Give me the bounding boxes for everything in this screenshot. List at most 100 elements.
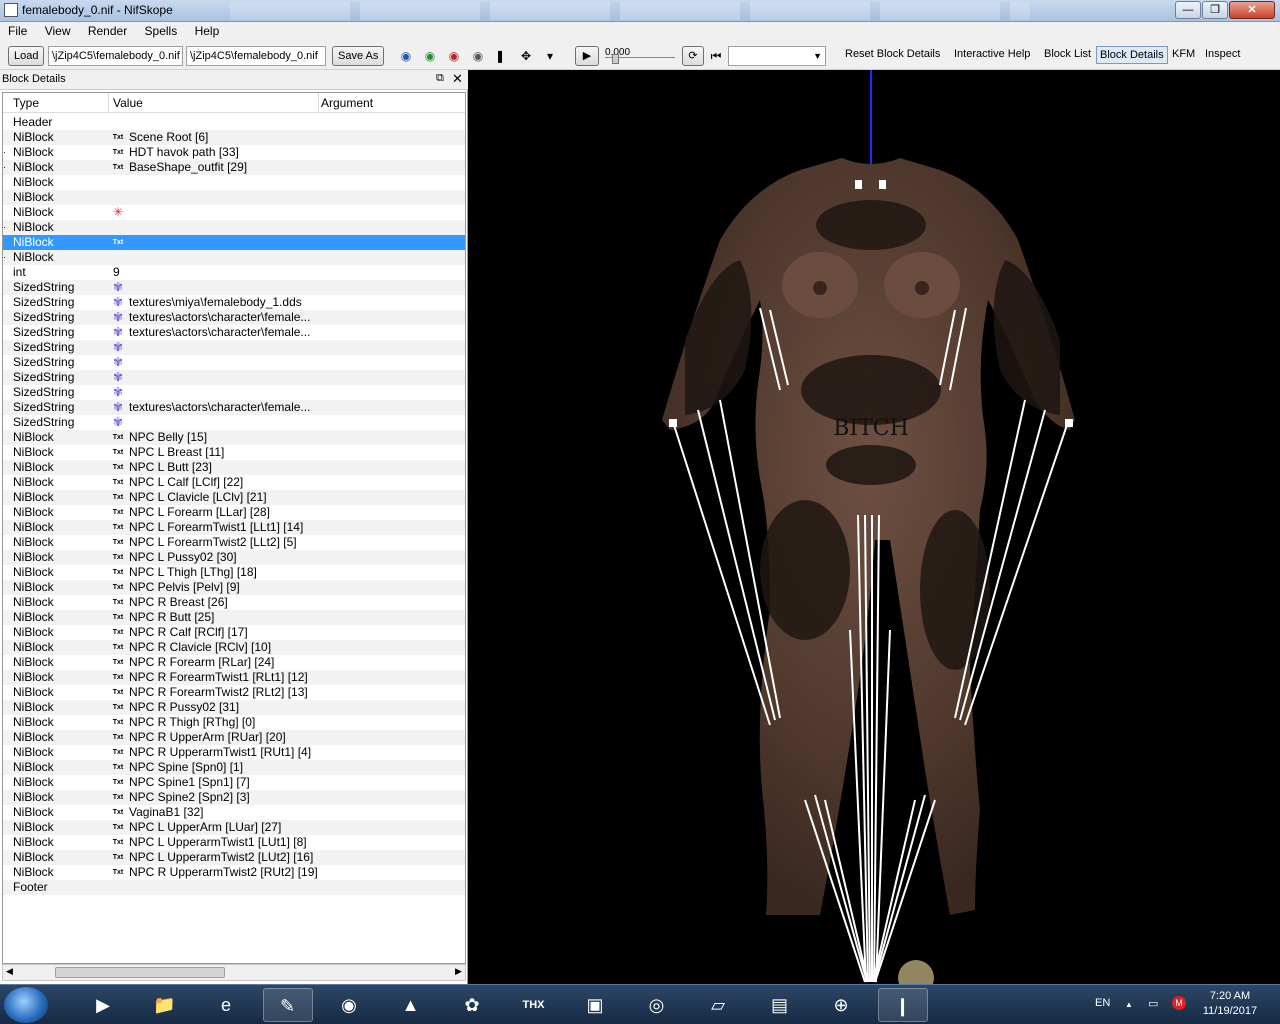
tree-row[interactable]: · NiBlock [3,250,465,265]
time-slider-handle[interactable] [612,54,619,64]
tree-row[interactable]: SizedString ✾ [3,370,465,385]
tree-row[interactable]: · NiBlock Txt HDT havok path [33] [3,145,465,160]
media-player-icon[interactable]: ▶ [78,988,128,1022]
tree-row[interactable]: NiBlock Txt NPC R Clavicle [RClv] [10] [3,640,465,655]
tree-row[interactable]: NiBlock Txt NPC L Calf [LClf] [22] [3,475,465,490]
float-panel-icon[interactable]: ⧉ [436,72,444,85]
tree-row[interactable]: NiBlock Txt NPC R Breast [26] [3,595,465,610]
notepad-icon[interactable]: ▱ [693,988,743,1022]
tree-row[interactable]: NiBlock Txt NPC Spine1 [Spn1] [7] [3,775,465,790]
eye-green-icon[interactable]: ◉ [422,49,438,63]
tree-row[interactable]: NiBlock Txt NPC L UpperarmTwist1 [LUt1] [8… [3,835,465,850]
tree-row[interactable]: NiBlock Txt NPC L Butt [23] [3,460,465,475]
thx-icon[interactable]: THX [509,988,559,1022]
tree-row[interactable]: NiBlock Txt NPC R Calf [RClf] [17] [3,625,465,640]
tree-row[interactable]: SizedString ✾ textures\miya\femalebody_1.d… [3,295,465,310]
internet-explorer-icon[interactable]: e [201,988,251,1022]
scroll-left-icon[interactable]: ◀ [6,966,13,977]
menu-help[interactable]: Help [187,22,226,38]
column-type[interactable]: Type [13,96,39,110]
tree-row[interactable]: NiBlock Txt VaginaB1 [32] [3,805,465,820]
network-icon[interactable]: ⊕ [816,988,866,1022]
gimp-icon[interactable]: ✿ [447,988,497,1022]
tree-row[interactable]: Footer [3,880,465,895]
tree-row[interactable]: NiBlock Txt Scene Root [6] [3,130,465,145]
tree-row[interactable]: SizedString ✾ [3,280,465,295]
tree-row[interactable]: NiBlock Txt NPC L Forearm [LLar] [28] [3,505,465,520]
tree-row[interactable]: SizedString ✾ [3,355,465,370]
expand-marker[interactable]: · [3,250,11,265]
start-button[interactable] [4,987,48,1023]
tree-row[interactable]: SizedString ✾ textures\actors\character\fe… [3,310,465,325]
tree-row[interactable]: NiBlock Txt NPC R Butt [25] [3,610,465,625]
tree-row[interactable]: NiBlock Txt NPC R Thigh [RThg] [0] [3,715,465,730]
firefox-icon[interactable]: ◉ [324,988,374,1022]
tree-row[interactable]: NiBlock Txt NPC R ForearmTwist2 [RLt2] [13… [3,685,465,700]
scroll-thumb[interactable] [55,967,225,978]
tree-row[interactable]: NiBlock Txt NPC L UpperarmTwist2 [LUt2] [1… [3,850,465,865]
tree-row[interactable]: · NiBlock Txt BaseShape_outfit [29] [3,160,465,175]
clock[interactable]: 7:20 AM 11/19/2017 [1200,989,1260,1019]
tree-row[interactable]: NiBlock Txt NPC R Forearm [RLar] [24] [3,655,465,670]
tree-row[interactable]: NiBlock [3,175,465,190]
tree-row[interactable]: NiBlock Txt NPC L ForearmTwist2 [LLt2] [5] [3,535,465,550]
tree-row[interactable]: SizedString ✾ textures\actors\character\fe… [3,325,465,340]
column-value[interactable]: Value [113,96,143,110]
tree-row[interactable]: NiBlock Txt NPC L Breast [11] [3,445,465,460]
tray-expand-icon[interactable]: ▲ [1125,1000,1133,1009]
body-editor-icon[interactable]: ❙ [877,988,928,1022]
task-manager-icon[interactable]: ▤ [755,988,805,1022]
tree-row[interactable]: NiBlock Txt NPC Spine2 [Spn2] [3] [3,790,465,805]
minimize-button[interactable]: — [1175,1,1201,19]
vlc-icon[interactable]: ▲ [386,988,436,1022]
network-tray-icon[interactable]: ▭ [1148,997,1158,1010]
expand-marker[interactable]: · [3,160,11,175]
dropdown-arrow-icon[interactable]: ▾ [542,49,558,63]
interactive-help-button[interactable]: Interactive Help [954,48,1030,60]
tree-row[interactable]: NiBlock Txt NPC L Pussy02 [30] [3,550,465,565]
scroll-right-icon[interactable]: ▶ [455,966,462,977]
maximize-button[interactable]: ❐ [1202,1,1228,19]
nifskope-icon[interactable]: ✎ [262,988,313,1022]
tree-row[interactable]: NiBlock Txt NPC L UpperArm [LUar] [27] [3,820,465,835]
save-as-button[interactable]: Save As [332,46,385,66]
load-path-field[interactable]: \jZip4C5\femalebody_0.nif [48,46,183,66]
block-details-button[interactable]: Block Details [1096,46,1168,64]
tree-row[interactable]: NiBlock Txt NPC R UpperarmTwist1 [RUt1] [4… [3,745,465,760]
load-button[interactable]: Load [8,46,45,66]
block-tree[interactable]: Type Value Argument Header NiBlock Txt Scen… [2,92,466,964]
tree-row[interactable]: NiBlock Txt NPC Belly [15] [3,430,465,445]
block-list-button[interactable]: Block List [1044,48,1091,60]
eye-blue-icon[interactable]: ◉ [398,49,414,63]
eye-gray-icon[interactable]: ◉ [470,49,486,63]
tree-row[interactable]: SizedString ✾ textures\actors\character\fe… [3,400,465,415]
expand-marker[interactable]: · [3,220,11,235]
tree-row[interactable]: NiBlock ✳ [3,205,465,220]
close-button[interactable]: ✕ [1229,1,1275,19]
tree-row[interactable]: · NiBlock [3,220,465,235]
tree-row[interactable]: int 9 [3,265,465,280]
tree-row[interactable]: NiBlock Txt NPC Spine [Spn0] [1] [3,760,465,775]
tree-row[interactable]: NiBlock [3,190,465,205]
tree-row[interactable]: NiBlock Txt NPC R Pussy02 [31] [3,700,465,715]
save-path-field[interactable]: \jZip4C5\femalebody_0.nif [186,46,326,66]
monitor-icon[interactable]: ▣ [570,988,620,1022]
switch-icon[interactable]: ⏮ [708,49,724,63]
explorer-icon[interactable]: 📁 [140,988,190,1022]
expand-marker[interactable]: · [3,145,11,160]
animation-select[interactable]: ▼ [728,46,826,66]
language-indicator[interactable]: EN [1095,997,1110,1009]
reset-block-details-button[interactable]: Reset Block Details [845,48,940,60]
tree-row[interactable]: NiBlock Txt [3,235,465,250]
menu-spells[interactable]: Spells [137,22,184,38]
column-argument[interactable]: Argument [321,96,373,110]
horizontal-scrollbar[interactable]: ◀ ▶ [2,964,466,981]
antivirus-tray-icon[interactable]: M [1172,996,1186,1010]
tree-row[interactable]: SizedString ✾ [3,415,465,430]
render-viewport[interactable]: BITCH [470,70,1280,984]
menu-view[interactable]: View [37,22,77,38]
kfm-button[interactable]: KFM [1172,48,1195,60]
inspect-button[interactable]: Inspect [1205,48,1240,60]
tree-row[interactable]: NiBlock Txt NPC Pelvis [Pelv] [9] [3,580,465,595]
tree-row[interactable]: NiBlock Txt NPC R UpperArm [RUar] [20] [3,730,465,745]
